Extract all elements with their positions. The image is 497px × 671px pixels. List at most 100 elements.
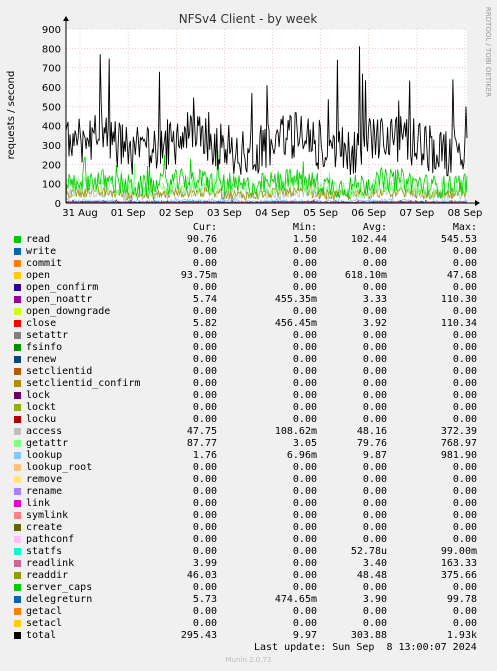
legend-value-min: 0.00 [292, 570, 317, 581]
munin-graph: NFSv4 Client - by week requests / second… [0, 0, 497, 671]
legend-swatch [14, 308, 21, 315]
legend-value-max: 375.66 [440, 570, 477, 581]
legend-swatch [14, 524, 21, 531]
legend-swatch [14, 512, 21, 519]
legend-series-name: create [26, 522, 63, 533]
legend-value-min: 456.45m [274, 318, 317, 329]
legend-value-cur: 0.00 [192, 474, 217, 485]
legend-swatch [14, 536, 21, 543]
legend-value-avg: 0.00 [362, 378, 387, 389]
legend-series-name: setattr [26, 330, 69, 341]
legend-row-access: access 47.75 108.62m 48.16 372.39 [0, 426, 497, 438]
legend-value-max: 47.68 [446, 270, 477, 281]
legend-row-open_confirm: open_confirm 0.00 0.00 0.00 0.00 [0, 282, 497, 294]
legend-value-max: 0.00 [452, 534, 477, 545]
legend-swatch [14, 548, 21, 555]
legend-value-avg: 0.00 [362, 282, 387, 293]
legend-value-min: 1.50 [292, 234, 317, 245]
legend-row-link: link 0.00 0.00 0.00 0.00 [0, 498, 497, 510]
legend-value-cur: 46.03 [186, 570, 217, 581]
legend-value-min: 0.00 [292, 258, 317, 269]
legend-value-cur: 5.82 [192, 318, 217, 329]
last-update: Last update: Sun Sep 8 13:00:07 2024 [254, 642, 477, 653]
legend-value-avg: 48.16 [356, 426, 387, 437]
legend-value-cur: 0.00 [192, 306, 217, 317]
legend-value-avg: 3.90 [362, 594, 387, 605]
legend-value-min: 0.00 [292, 330, 317, 341]
legend-row-rename: rename 0.00 0.00 0.00 0.00 [0, 486, 497, 498]
legend-row-write: write 0.00 0.00 0.00 0.00 [0, 246, 497, 258]
legend-value-min: 0.00 [292, 414, 317, 425]
legend-value-cur: 47.75 [186, 426, 217, 437]
legend-value-min: 0.00 [292, 270, 317, 281]
legend-swatch [14, 380, 21, 387]
legend-value-max: 0.00 [452, 606, 477, 617]
legend-value-max: 99.00m [440, 546, 477, 557]
legend-value-cur: 5.73 [192, 594, 217, 605]
legend-swatch [14, 560, 21, 567]
x-tick-label: 02 Sep [159, 208, 194, 219]
legend-row-lock: lock 0.00 0.00 0.00 0.00 [0, 390, 497, 402]
legend-row-setacl: setacl 0.00 0.00 0.00 0.00 [0, 618, 497, 630]
legend-value-min: 9.97 [292, 630, 317, 641]
legend-value-avg: 3.92 [362, 318, 387, 329]
legend-value-cur: 0.00 [192, 462, 217, 473]
legend-series-name: pathconf [26, 534, 75, 545]
legend-value-cur: 0.00 [192, 522, 217, 533]
legend-row-close: close 5.82 456.45m 3.92 110.34 [0, 318, 497, 330]
legend-value-avg: 618.10m [344, 270, 387, 281]
legend-value-cur: 3.99 [192, 558, 217, 569]
legend-value-max: 0.00 [452, 498, 477, 509]
legend-value-min: 6.96m [286, 450, 317, 461]
legend-header-max: Max: [452, 222, 477, 233]
legend-value-cur: 0.00 [192, 342, 217, 353]
legend-row-statfs: statfs 0.00 0.00 52.78u 99.00m [0, 546, 497, 558]
legend-value-min: 0.00 [292, 282, 317, 293]
x-tick-label: 04 Sep [255, 208, 290, 219]
legend-row-readlink: readlink 3.99 0.00 3.40 163.33 [0, 558, 497, 570]
legend-value-min: 0.00 [292, 342, 317, 353]
legend-series-name: total [26, 630, 57, 641]
legend-row-readdir: readdir 46.03 0.00 48.48 375.66 [0, 570, 497, 582]
legend-value-max: 0.00 [452, 618, 477, 629]
legend-swatch [14, 260, 21, 267]
legend-value-avg: 79.76 [356, 438, 387, 449]
legend-value-max: 0.00 [452, 414, 477, 425]
legend-swatch [14, 356, 21, 363]
legend-series-name: locku [26, 414, 57, 425]
y-tick-label: 0 [55, 199, 61, 210]
legend-value-max: 0.00 [452, 486, 477, 497]
legend-value-cur: 0.00 [192, 582, 217, 593]
legend-value-cur: 0.00 [192, 402, 217, 413]
legend-row-lookup: lookup 1.76 6.96m 9.87 981.90 [0, 450, 497, 462]
legend-swatch [14, 296, 21, 303]
legend-value-min: 0.00 [292, 474, 317, 485]
legend-value-max: 99.78 [446, 594, 477, 605]
legend-series-name: delegreturn [26, 594, 93, 605]
legend-swatch [14, 392, 21, 399]
legend-value-min: 0.00 [292, 606, 317, 617]
legend-series-name: lookup_root [26, 462, 93, 473]
y-tick-label: 500 [42, 102, 61, 113]
legend-swatch [14, 584, 21, 591]
legend-series-name: close [26, 318, 57, 329]
y-axis-label: requests / second [6, 71, 17, 160]
legend-swatch [14, 416, 21, 423]
legend-series-name: open [26, 270, 51, 281]
legend-row-server_caps: server_caps 0.00 0.00 0.00 0.00 [0, 582, 497, 594]
legend-value-avg: 0.00 [362, 306, 387, 317]
legend-row-symlink: symlink 0.00 0.00 0.00 0.00 [0, 510, 497, 522]
legend-series-name: readlink [26, 558, 75, 569]
legend-header-min: Min: [292, 222, 317, 233]
legend-value-min: 0.00 [292, 306, 317, 317]
legend-series-name: setclientid [26, 366, 93, 377]
y-axis-arrow [63, 16, 69, 21]
legend-swatch [14, 464, 21, 471]
legend-row-open_noattr: open_noattr 5.74 455.35m 3.33 110.30 [0, 294, 497, 306]
legend-value-cur: 0.00 [192, 534, 217, 545]
legend-row-fsinfo: fsinfo 0.00 0.00 0.00 0.00 [0, 342, 497, 354]
legend-value-avg: 9.87 [362, 450, 387, 461]
legend-swatch [14, 440, 21, 447]
legend-series-name: commit [26, 258, 63, 269]
legend-swatch [14, 476, 21, 483]
